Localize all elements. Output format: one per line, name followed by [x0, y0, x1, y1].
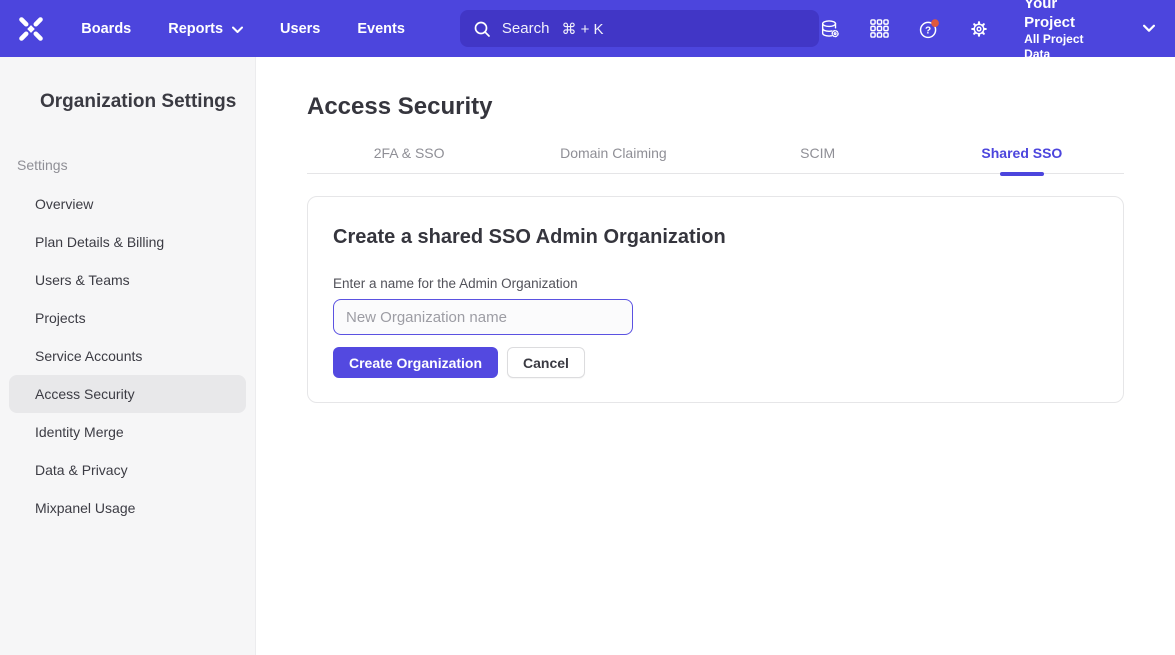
top-navbar: Boards Reports Users Events Search ⌘ + K — [0, 0, 1175, 57]
shared-sso-card: Create a shared SSO Admin Organization E… — [307, 196, 1124, 403]
sidebar-item-access-security[interactable]: Access Security — [9, 375, 246, 413]
settings-gear-button[interactable] — [968, 18, 990, 40]
data-management-button[interactable] — [819, 18, 841, 40]
sidebar-title: Organization Settings — [40, 91, 255, 113]
search-icon — [473, 20, 491, 38]
org-name-label: Enter a name for the Admin Organization — [333, 276, 1098, 291]
tab-scim[interactable]: SCIM — [716, 133, 920, 173]
tab-domain-claiming[interactable]: Domain Claiming — [511, 133, 715, 173]
nav-item-label: Users — [280, 21, 320, 37]
data-management-icon — [819, 17, 841, 40]
sidebar-items: Overview Plan Details & Billing Users & … — [0, 185, 255, 527]
help-icon: ? — [918, 17, 940, 41]
apps-grid-button[interactable] — [869, 18, 890, 40]
sidebar-item-plan-details-billing[interactable]: Plan Details & Billing — [9, 223, 246, 261]
tab-2fa-sso[interactable]: 2FA & SSO — [307, 133, 511, 173]
sidebar-item-overview[interactable]: Overview — [9, 185, 246, 223]
nav-item-reports[interactable]: Reports — [168, 21, 243, 37]
settings-sidebar: Organization Settings Settings Overview … — [0, 57, 256, 655]
button-row: Create Organization Cancel — [333, 347, 1098, 378]
nav-links: Boards Reports Users Events — [81, 21, 405, 37]
tab-bar: 2FA & SSO Domain Claiming SCIM Shared SS… — [307, 133, 1124, 174]
svg-text:?: ? — [925, 25, 931, 36]
card-title: Create a shared SSO Admin Organization — [333, 226, 1098, 249]
sidebar-item-users-teams[interactable]: Users & Teams — [9, 261, 246, 299]
notification-dot — [931, 19, 939, 27]
sidebar-item-identity-merge[interactable]: Identity Merge — [9, 413, 246, 451]
sidebar-item-data-privacy[interactable]: Data & Privacy — [9, 451, 246, 489]
mixpanel-logo[interactable] — [0, 14, 61, 44]
chevron-down-icon — [1143, 24, 1155, 33]
search-shortcut: ⌘ + K — [561, 20, 603, 38]
apps-grid-icon — [869, 18, 890, 39]
nav-item-users[interactable]: Users — [280, 21, 320, 37]
nav-item-events[interactable]: Events — [357, 21, 405, 37]
nav-item-label: Boards — [81, 21, 131, 37]
project-chevron-button[interactable] — [1143, 24, 1155, 33]
help-button[interactable]: ? — [918, 18, 940, 40]
create-organization-button[interactable]: Create Organization — [333, 347, 498, 378]
page-title: Access Security — [307, 93, 1175, 121]
sidebar-section-label: Settings — [17, 157, 255, 173]
nav-item-label: Reports — [168, 21, 223, 37]
sidebar-item-service-accounts[interactable]: Service Accounts — [9, 337, 246, 375]
chevron-down-icon — [232, 26, 243, 34]
search-placeholder: Search — [502, 20, 550, 37]
settings-gear-icon — [968, 18, 990, 40]
tab-shared-sso[interactable]: Shared SSO — [920, 133, 1124, 173]
nav-right-cluster: ? Your Project — [819, 0, 1175, 62]
nav-item-label: Events — [357, 21, 405, 37]
project-name: Your Project — [1024, 0, 1099, 32]
nav-item-boards[interactable]: Boards — [81, 21, 131, 37]
project-selector[interactable]: Your Project All Project Data — [1024, 0, 1099, 62]
org-name-input[interactable] — [333, 299, 633, 335]
search-input[interactable]: Search ⌘ + K — [460, 10, 819, 47]
sidebar-item-projects[interactable]: Projects — [9, 299, 246, 337]
sidebar-item-mixpanel-usage[interactable]: Mixpanel Usage — [9, 489, 246, 527]
main-content: Access Security 2FA & SSO Domain Claimin… — [256, 57, 1175, 655]
cancel-button[interactable]: Cancel — [507, 347, 585, 378]
